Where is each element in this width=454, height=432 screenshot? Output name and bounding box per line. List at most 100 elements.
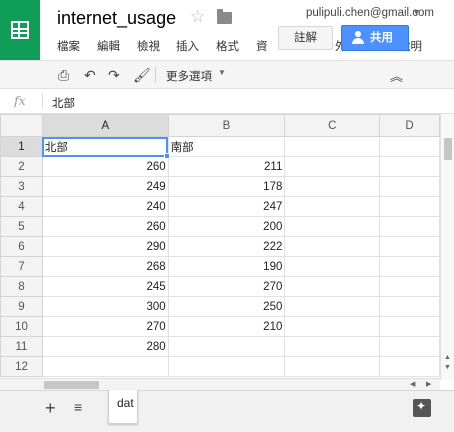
column-header-b[interactable]: B [167,114,286,137]
row-header[interactable]: 4 [0,196,43,217]
redo-icon[interactable]: ↷ [108,67,120,83]
cell-d[interactable] [379,156,440,177]
cell-b[interactable]: 211 [167,156,286,177]
cell-a[interactable]: 北部 [41,136,169,157]
cell-d[interactable] [379,316,440,337]
vertical-scrollbar[interactable]: ▲ ▼ [440,114,454,380]
row-header[interactable]: 1 [0,136,43,157]
cell-c[interactable] [284,216,381,237]
cell-b[interactable]: 178 [167,176,286,197]
cell-c[interactable] [284,316,381,337]
cell-a[interactable]: 268 [41,256,169,277]
more-options-menu[interactable]: 更多選項 [166,68,212,84]
cell-b[interactable]: 南部 [167,136,286,157]
cell-a[interactable]: 245 [41,276,169,297]
menu-view[interactable]: 檢視 [137,38,160,54]
cell-b[interactable] [167,336,286,357]
cell-c[interactable] [284,276,381,297]
select-all-corner[interactable] [0,114,43,137]
paint-format-icon[interactable]: 🖌 [133,67,151,83]
scroll-right-arrow-icon[interactable]: ▶ [426,380,431,388]
menu-format[interactable]: 格式 [216,38,239,54]
cell-a[interactable]: 290 [41,236,169,257]
folder-icon[interactable] [217,9,232,24]
sheet-list-menu-icon[interactable]: ≡ [74,399,82,415]
fill-handle[interactable] [164,152,171,159]
chevron-down-icon[interactable]: ▼ [218,68,226,77]
cell-d[interactable] [379,356,440,377]
undo-icon[interactable]: ↶ [84,67,96,83]
column-header-d[interactable]: D [379,114,440,137]
cell-d[interactable] [379,276,440,297]
cell-d[interactable] [379,176,440,197]
cell-c[interactable] [284,296,381,317]
row-header[interactable]: 6 [0,236,43,257]
cell-a[interactable]: 260 [41,156,169,177]
row-header[interactable]: 11 [0,336,43,357]
row-header[interactable]: 9 [0,296,43,317]
cell-a[interactable]: 249 [41,176,169,197]
column-header-c[interactable]: C [284,114,381,137]
cell-c[interactable] [284,256,381,277]
cell-c[interactable] [284,156,381,177]
cell-d[interactable] [379,336,440,357]
sheets-logo-icon[interactable] [0,0,40,60]
cell-c[interactable] [284,356,381,377]
formula-input[interactable]: 北部 [52,95,75,111]
cell-c[interactable] [284,236,381,257]
row-header[interactable]: 7 [0,256,43,277]
row-header[interactable]: 3 [0,176,43,197]
cell-b[interactable]: 200 [167,216,286,237]
menu-insert[interactable]: 插入 [176,38,199,54]
sheet-tab[interactable]: dat [108,390,138,424]
row-header[interactable]: 2 [0,156,43,177]
column-header-a[interactable]: A [41,114,169,137]
cell-d[interactable] [379,136,440,157]
cell-c[interactable] [284,196,381,217]
add-sheet-button[interactable]: + [45,398,56,419]
cell-a[interactable]: 280 [41,336,169,357]
cell-a[interactable]: 260 [41,216,169,237]
cell-a[interactable]: 240 [41,196,169,217]
cell-b[interactable] [167,356,286,377]
cell-a[interactable]: 300 [41,296,169,317]
menu-data[interactable]: 資 [256,38,268,54]
account-caret-icon[interactable]: ▼ [412,7,421,17]
scroll-left-arrow-icon[interactable]: ◀ [410,380,415,388]
cell-d[interactable] [379,256,440,277]
cell-d[interactable] [379,296,440,317]
cell-c[interactable] [284,176,381,197]
cell-b[interactable]: 222 [167,236,286,257]
share-button[interactable]: 共用 [341,25,409,51]
row-header[interactable]: 5 [0,216,43,237]
explore-icon[interactable] [413,399,431,417]
collapse-icon[interactable]: ︽ [390,66,403,85]
cell-d[interactable] [379,196,440,217]
star-icon[interactable]: ☆ [190,7,205,27]
menu-file[interactable]: 檔案 [57,38,80,54]
cell-c[interactable] [284,136,381,157]
cell-b[interactable]: 247 [167,196,286,217]
row-header[interactable]: 8 [0,276,43,297]
cell-c[interactable] [284,336,381,357]
comments-button[interactable]: 註解 [278,26,333,50]
toolbar-separator [155,67,156,83]
row-header[interactable]: 10 [0,316,43,337]
horizontal-scrollbar[interactable]: ◀ ▶ [0,378,440,390]
scroll-up-arrow-icon[interactable]: ▲ [444,354,451,361]
menu-edit[interactable]: 編輯 [97,38,120,54]
cell-b[interactable]: 250 [167,296,286,317]
cell-a[interactable] [41,356,169,377]
cell-b[interactable]: 190 [167,256,286,277]
cell-b[interactable]: 210 [167,316,286,337]
cell-d[interactable] [379,236,440,257]
row-header[interactable]: 12 [0,356,43,377]
cell-d[interactable] [379,216,440,237]
print-icon[interactable]: ⎙ [58,67,69,83]
scroll-down-arrow-icon[interactable]: ▼ [444,364,451,371]
vertical-scroll-thumb[interactable] [444,138,452,160]
cell-b[interactable]: 270 [167,276,286,297]
document-title[interactable]: internet_usage [57,8,176,29]
cell-a[interactable]: 270 [41,316,169,337]
horizontal-scroll-thumb[interactable] [44,381,99,389]
